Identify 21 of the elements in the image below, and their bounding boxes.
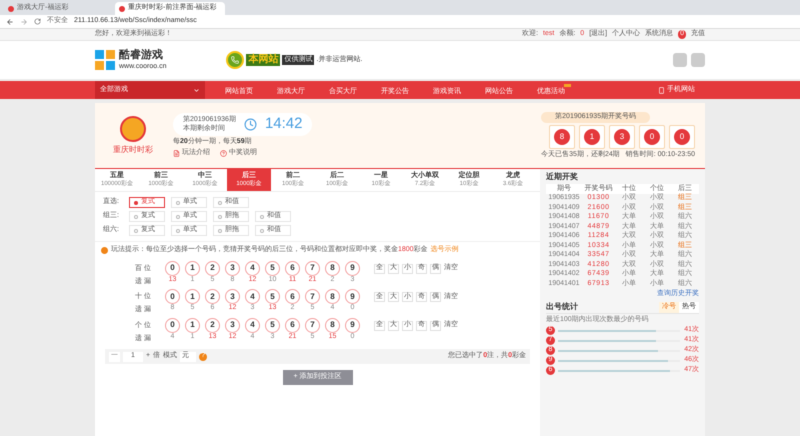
- stats-title: 出号统计: [546, 302, 578, 312]
- site-icon: [119, 6, 125, 12]
- clock-icon: [244, 118, 257, 132]
- logo-icon: [95, 50, 115, 70]
- banner-title: 本网站: [246, 54, 280, 66]
- lottery-logo-icon: [120, 116, 146, 142]
- recent-title: 近期开奖: [546, 172, 579, 182]
- caret-icon: [193, 86, 200, 94]
- countdown-text: 14:42: [264, 115, 302, 134]
- logo-name: 酷睿游戏: [119, 50, 164, 61]
- reload-icon[interactable]: [34, 18, 41, 25]
- info-icon: [101, 246, 108, 254]
- phone-icon: [231, 56, 240, 64]
- site-icon: [8, 6, 14, 12]
- hot-badge: [564, 84, 571, 87]
- document-icon: [173, 150, 180, 157]
- back-icon[interactable]: [6, 18, 14, 26]
- forward-icon[interactable]: [20, 18, 28, 26]
- lottery-name: 重庆时时彩: [113, 145, 153, 155]
- help-icon: [220, 150, 227, 157]
- phone-icon: [658, 86, 665, 94]
